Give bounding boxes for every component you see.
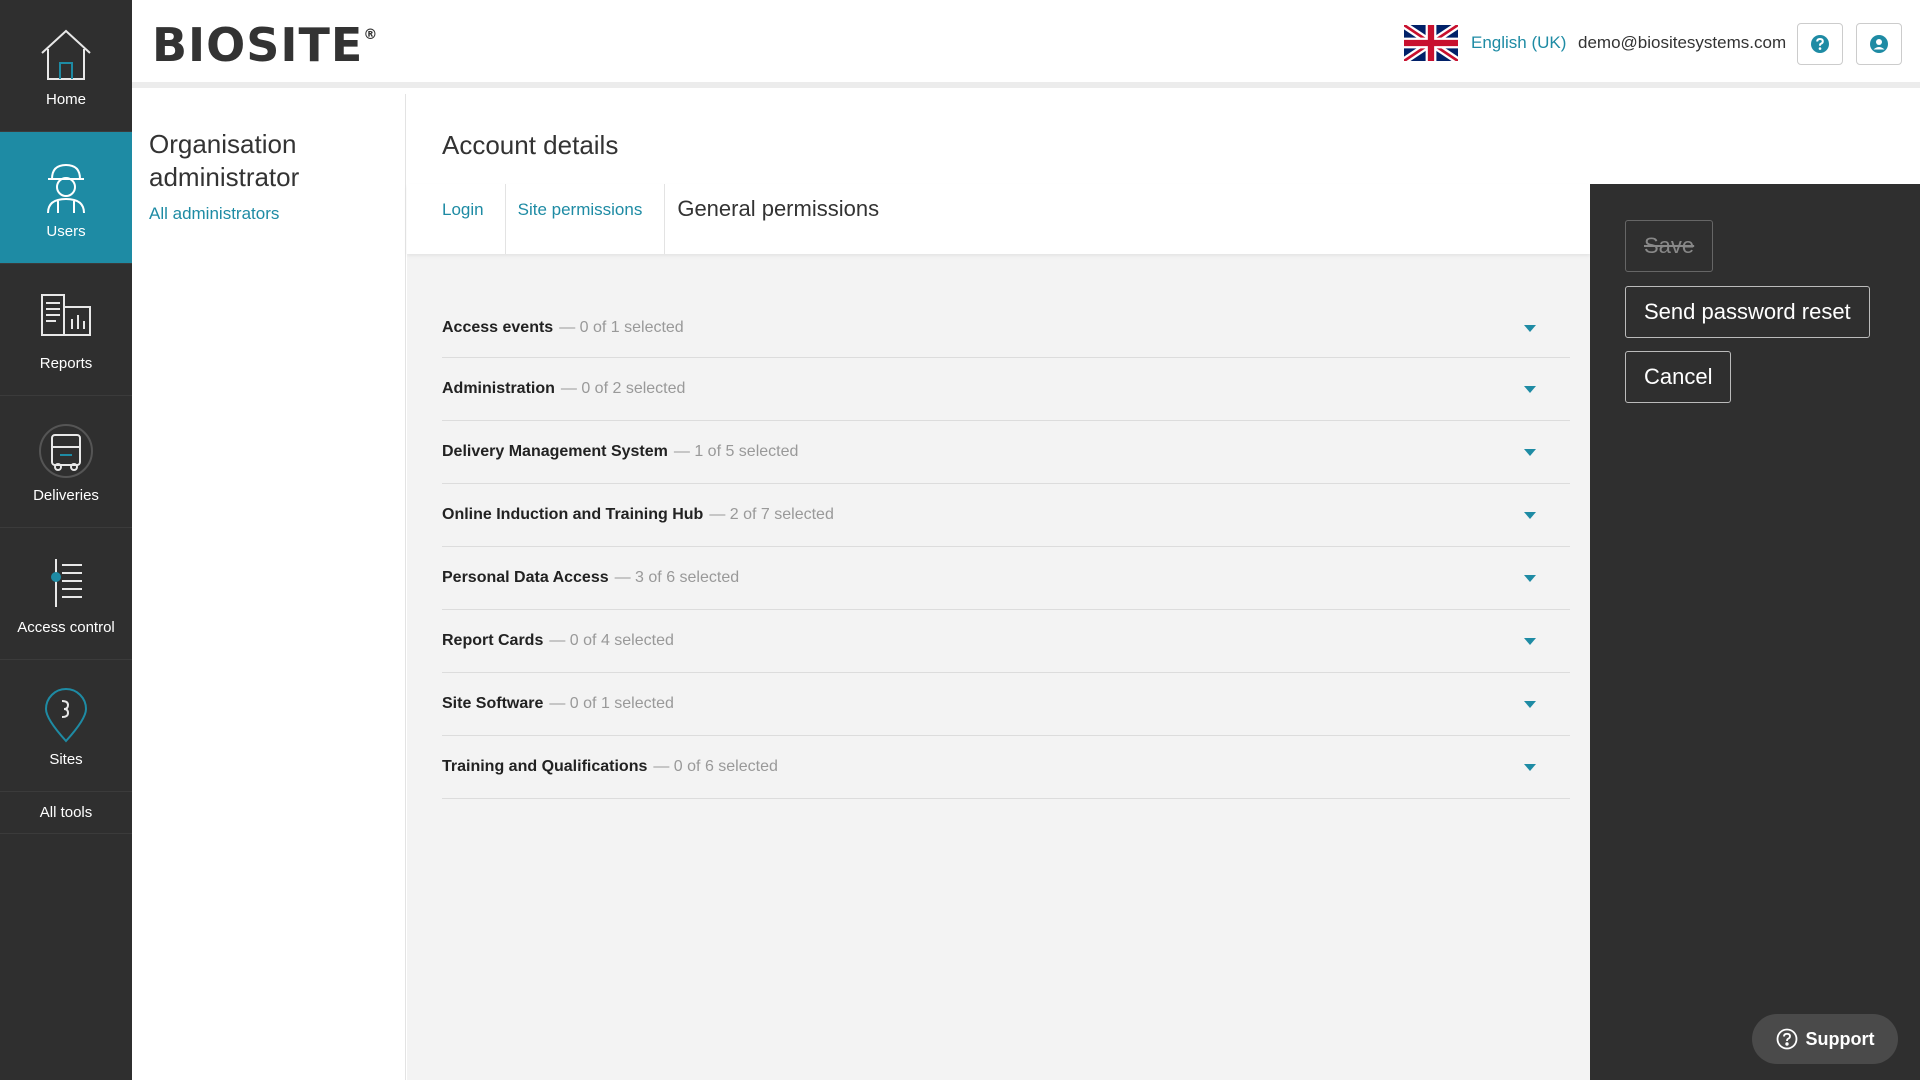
map-pin-icon [44, 688, 88, 743]
main-nav: Home Users Reports Deliveries Access con… [0, 0, 132, 1080]
section-title: Organisation administrator [149, 129, 300, 192]
permission-name: Report Cards [442, 632, 544, 649]
action-panel: Save Send password reset Cancel [1590, 184, 1920, 1080]
nav-label: Access control [17, 619, 115, 636]
caret-down-icon[interactable] [1524, 386, 1536, 393]
permission-row-training-qualifications[interactable]: Training and Qualifications — 0 of 6 sel… [442, 736, 1570, 799]
help-icon [1811, 35, 1829, 53]
permission-row-report-cards[interactable]: Report Cards — 0 of 4 selected [442, 610, 1570, 673]
help-circle-icon [1776, 1028, 1797, 1050]
tab-general-permissions[interactable]: General permissions [665, 184, 879, 254]
tab-bar: Login Site permissions General permissio… [407, 184, 1590, 254]
support-button[interactable]: Support [1752, 1014, 1898, 1064]
nav-item-reports[interactable]: Reports [0, 264, 132, 396]
uk-flag-icon[interactable] [1404, 25, 1458, 61]
top-header: BIOSITE® English (UK) demo@biositesystem… [132, 0, 1920, 88]
page-title: Account details [442, 130, 619, 160]
worker-icon [47, 163, 85, 214]
permission-count: — 0 of 6 selected [653, 758, 778, 775]
turnstile-icon [51, 559, 82, 607]
permission-name: Online Induction and Training Hub [442, 506, 704, 523]
all-administrators-link[interactable]: All administrators [149, 204, 279, 224]
tab-login[interactable]: Login [407, 184, 506, 254]
send-password-reset-button[interactable]: Send password reset [1625, 286, 1870, 338]
main-content: Login Site permissions General permissio… [407, 184, 1590, 1080]
support-label: Support [1805, 1028, 1875, 1049]
caret-down-icon[interactable] [1524, 575, 1536, 582]
nav-label: Sites [49, 751, 83, 768]
nav-item-home[interactable]: Home [0, 0, 132, 132]
brand-logo[interactable]: BIOSITE® [152, 18, 378, 72]
account-button[interactable] [1856, 23, 1902, 65]
main-header: Account details [407, 94, 1920, 180]
permission-name: Access events [442, 318, 554, 336]
caret-down-icon[interactable] [1524, 638, 1536, 645]
permission-count: — 0 of 4 selected [549, 632, 674, 649]
permission-count: — 1 of 5 selected [673, 443, 799, 460]
caret-down-icon[interactable] [1524, 324, 1536, 332]
permission-name: Delivery Management System [442, 443, 668, 460]
permission-count: — 0 of 1 selected [559, 318, 684, 336]
user-email: demo@biositesystems.com [1578, 33, 1787, 52]
permissions-list: Access events — 0 of 1 selected Administ… [442, 298, 1570, 799]
home-icon [41, 29, 91, 80]
nav-item-users[interactable]: Users [0, 132, 132, 264]
nav-label: Users [46, 223, 86, 240]
permission-name: Site Software [442, 695, 544, 712]
caret-down-icon[interactable] [1524, 764, 1536, 771]
help-button[interactable] [1797, 23, 1843, 65]
nav-item-access-control[interactable]: Access control [0, 528, 132, 660]
nav-label: Reports [39, 355, 93, 372]
language-selector[interactable]: English (UK) [1471, 33, 1566, 53]
tab-site-permissions[interactable]: Site permissions [506, 184, 666, 254]
permission-row-online-induction[interactable]: Online Induction and Training Hub — 2 of… [442, 484, 1570, 547]
permission-row-site-software[interactable]: Site Software — 0 of 1 selected [442, 673, 1570, 736]
caret-down-icon[interactable] [1524, 449, 1536, 456]
permission-row-administration[interactable]: Administration — 0 of 2 selected [442, 358, 1570, 421]
reports-icon [41, 294, 91, 336]
nav-item-sites[interactable]: Sites [0, 660, 132, 792]
permission-row-personal-data[interactable]: Personal Data Access — 3 of 6 selected [442, 547, 1570, 610]
save-button[interactable]: Save [1625, 220, 1714, 272]
nav-label: Deliveries [33, 487, 99, 504]
cancel-button[interactable]: Cancel [1625, 351, 1732, 403]
permission-count: — 3 of 6 selected [614, 569, 740, 586]
permission-count: — 0 of 2 selected [560, 380, 686, 397]
nav-label: Home [45, 91, 86, 108]
caret-down-icon[interactable] [1524, 701, 1536, 708]
nav-all-tools[interactable]: All tools [0, 792, 132, 834]
permission-name: Administration [442, 380, 555, 397]
permission-name: Training and Qualifications [442, 758, 648, 775]
nav-item-deliveries[interactable]: Deliveries [0, 396, 132, 528]
permission-row-access-events[interactable]: Access events — 0 of 1 selected [442, 298, 1570, 358]
permission-row-delivery-management[interactable]: Delivery Management System — 1 of 5 sele… [442, 421, 1570, 484]
caret-down-icon[interactable] [1524, 512, 1536, 519]
permission-count: — 0 of 1 selected [549, 695, 674, 712]
truck-icon [39, 424, 93, 478]
permission-count: — 2 of 7 selected [709, 506, 834, 523]
section-panel: Organisation administrator All administr… [132, 94, 406, 1080]
permission-name: Personal Data Access [442, 569, 609, 586]
app-root: Home Users Reports Deliveries Access con… [0, 0, 1920, 1080]
user-icon [1870, 35, 1888, 53]
